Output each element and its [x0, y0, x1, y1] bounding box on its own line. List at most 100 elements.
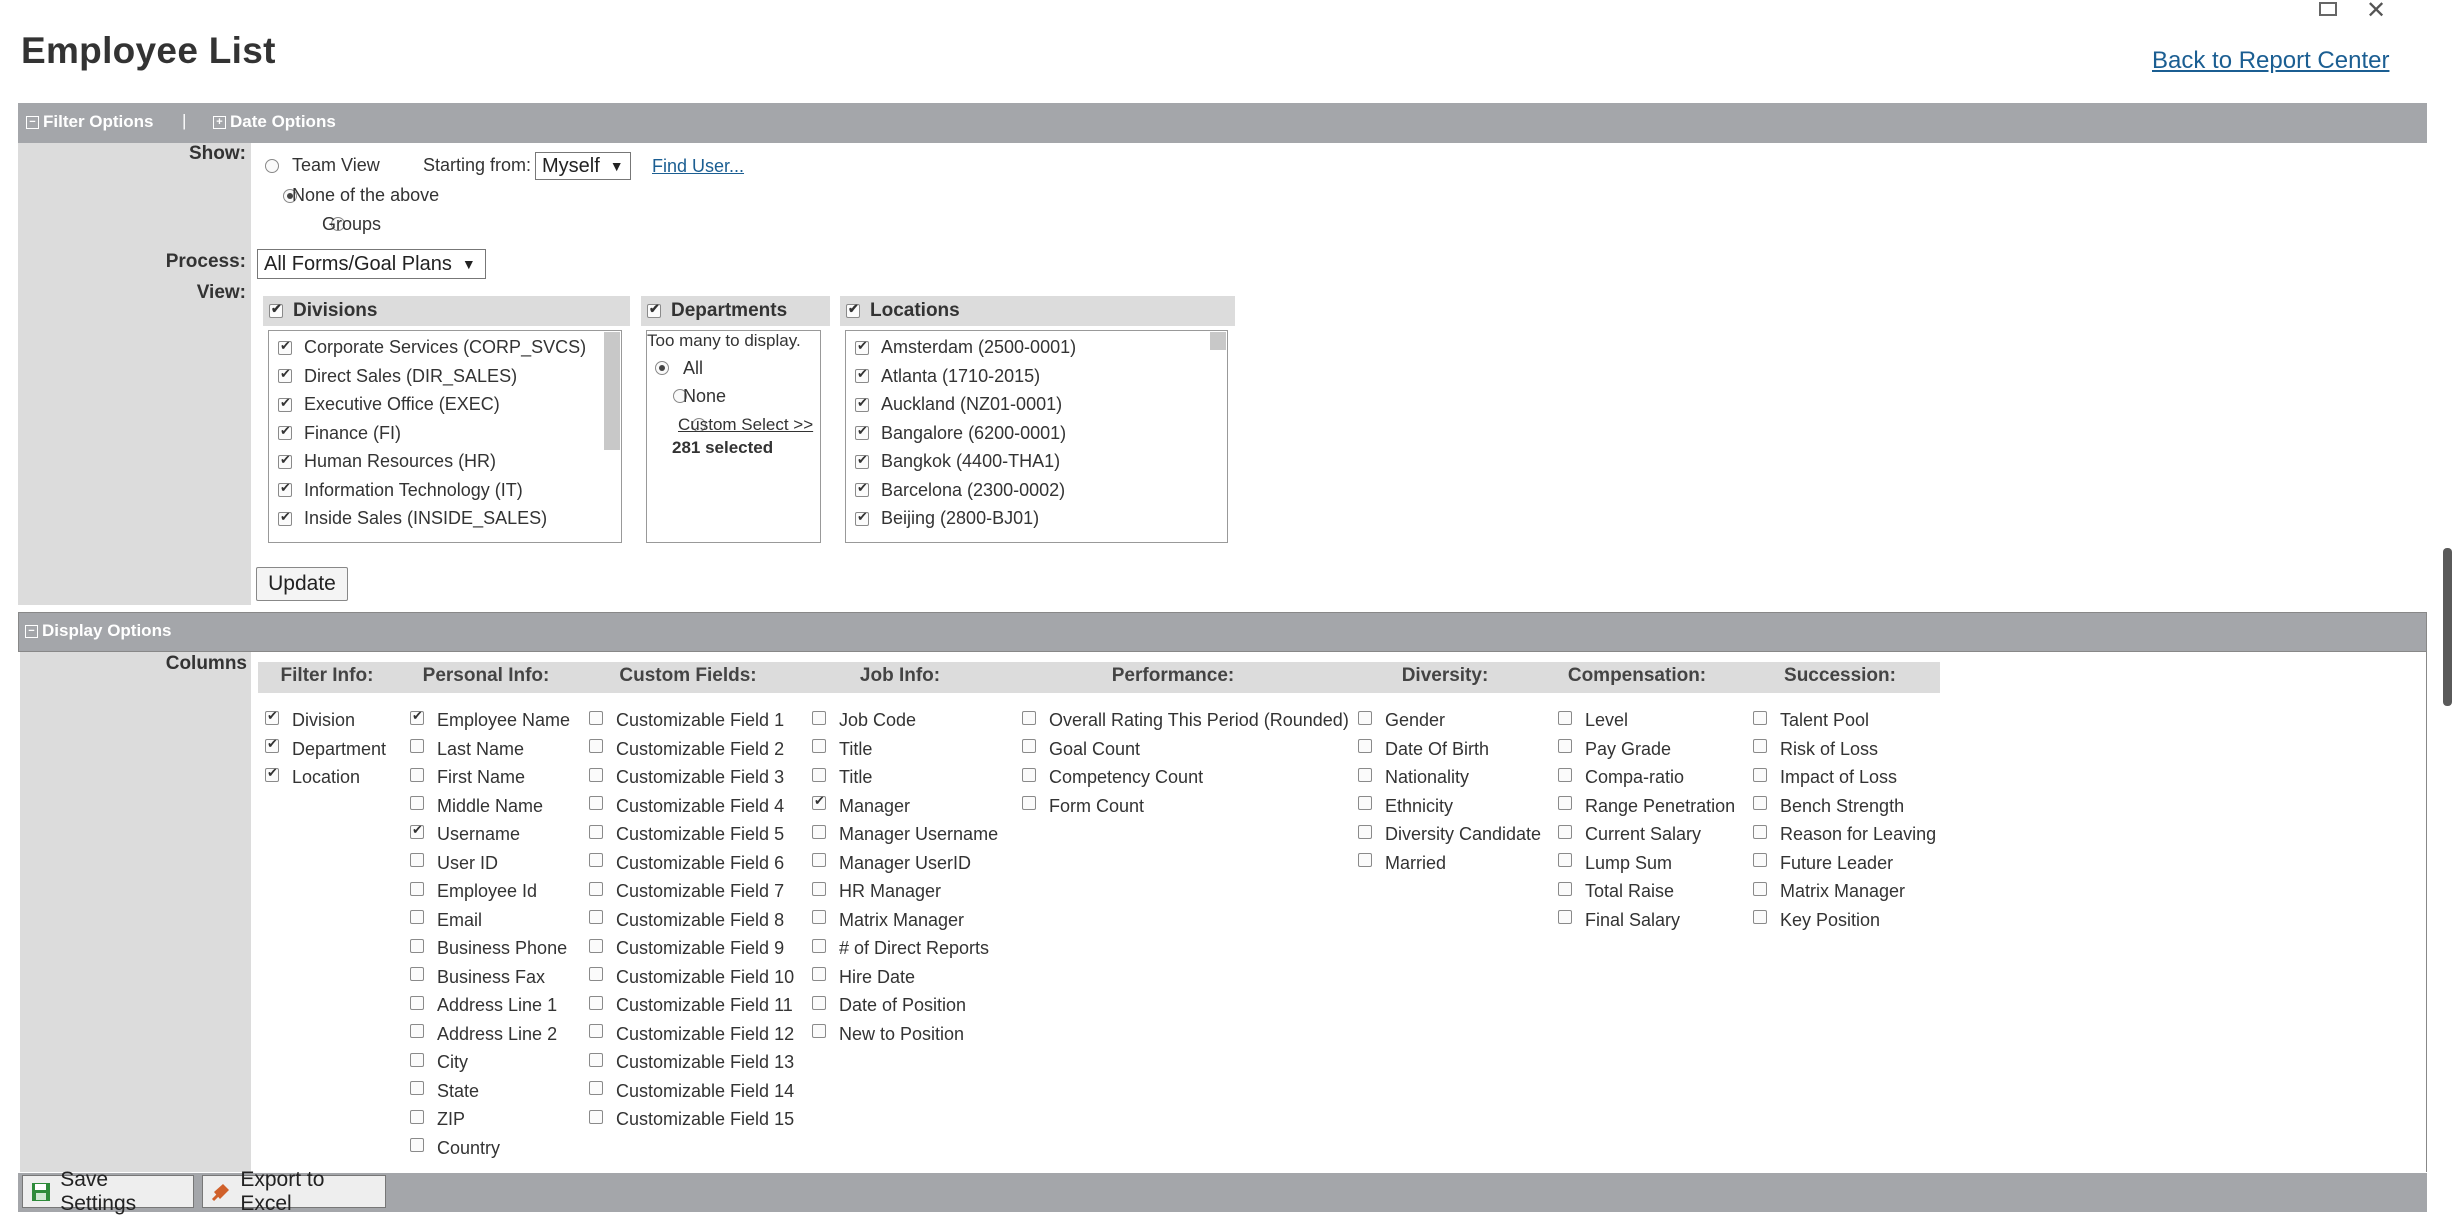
filter-options-toggle[interactable]: − Filter Options: [26, 107, 154, 137]
column-option-checkbox[interactable]: [589, 910, 603, 924]
column-option[interactable]: Customizable Field 5: [589, 818, 784, 845]
division-item[interactable]: Human Resources (HR): [278, 451, 496, 472]
column-option-checkbox[interactable]: [1558, 796, 1572, 810]
column-option[interactable]: Current Salary: [1558, 818, 1701, 845]
column-option[interactable]: Business Fax: [410, 961, 545, 988]
column-option-checkbox[interactable]: [410, 881, 424, 896]
column-option[interactable]: Customizable Field 14: [589, 1075, 794, 1102]
column-option-checkbox[interactable]: [410, 1081, 424, 1095]
column-option-checkbox[interactable]: [1022, 767, 1036, 782]
column-option-checkbox[interactable]: [812, 1024, 826, 1038]
column-option-checkbox[interactable]: [1753, 881, 1767, 896]
column-option-checkbox[interactable]: [410, 995, 424, 1010]
departments-checkbox[interactable]: [647, 301, 661, 318]
column-option-checkbox[interactable]: [589, 739, 603, 753]
column-option-checkbox[interactable]: [410, 1138, 424, 1152]
column-option[interactable]: Customizable Field 11: [589, 989, 793, 1016]
column-option-checkbox[interactable]: [1022, 796, 1036, 810]
column-option[interactable]: Customizable Field 9: [589, 932, 784, 959]
custom-select-link[interactable]: Custom Select >>: [678, 415, 813, 435]
division-item[interactable]: Information Technology (IT): [278, 480, 523, 501]
column-option[interactable]: Hire Date: [812, 961, 915, 988]
column-option[interactable]: Total Raise: [1558, 875, 1674, 902]
column-option[interactable]: Division: [265, 704, 355, 731]
save-settings-button[interactable]: Save Settings: [22, 1168, 194, 1215]
column-option[interactable]: State: [410, 1075, 479, 1102]
column-option-checkbox[interactable]: [1753, 910, 1767, 924]
column-option-checkbox[interactable]: [265, 765, 279, 782]
column-option-checkbox[interactable]: [812, 739, 826, 753]
column-option-checkbox[interactable]: [1753, 710, 1767, 725]
column-option[interactable]: Nationality: [1358, 761, 1469, 788]
divisions-all-checkbox[interactable]: [269, 301, 283, 318]
column-option[interactable]: Date Of Birth: [1358, 733, 1489, 760]
column-option[interactable]: Risk of Loss: [1753, 733, 1878, 760]
process-select[interactable]: All Forms/Goal Plans ▼: [257, 249, 486, 279]
column-option-checkbox[interactable]: [410, 822, 424, 839]
divisions-list[interactable]: Corporate Services (CORP_SVCS) Direct Sal…: [268, 330, 622, 543]
column-option-checkbox[interactable]: [589, 824, 603, 839]
restore-icon[interactable]: [2318, 0, 2340, 26]
column-option-checkbox[interactable]: [812, 853, 826, 867]
column-option[interactable]: Overall Rating This Period (Rounded): [1022, 704, 1349, 731]
column-option[interactable]: Customizable Field 2: [589, 733, 784, 760]
locations-list[interactable]: Amsterdam (2500-0001) Atlanta (1710-2015)…: [845, 330, 1228, 543]
column-option[interactable]: Gender: [1358, 704, 1445, 731]
column-option[interactable]: Employee Id: [410, 875, 537, 902]
column-option-checkbox[interactable]: [410, 708, 424, 725]
column-option[interactable]: ZIP: [410, 1103, 465, 1130]
column-option[interactable]: Manager UserID: [812, 847, 971, 874]
column-option-checkbox[interactable]: [1358, 853, 1372, 867]
column-option-checkbox[interactable]: [1022, 710, 1036, 725]
column-option[interactable]: Level: [1558, 704, 1628, 731]
column-option-checkbox[interactable]: [812, 767, 826, 782]
division-item[interactable]: Corporate Services (CORP_SVCS): [278, 337, 586, 358]
location-item[interactable]: Barcelona (2300-0002): [855, 480, 1065, 501]
division-item[interactable]: Direct Sales (DIR_SALES): [278, 366, 517, 387]
column-option[interactable]: Lump Sum: [1558, 847, 1672, 874]
column-option[interactable]: Title: [812, 761, 872, 788]
location-item[interactable]: Amsterdam (2500-0001): [855, 337, 1076, 358]
column-option[interactable]: Final Salary: [1558, 904, 1680, 931]
location-item-checkbox[interactable]: [855, 338, 869, 355]
division-item-checkbox[interactable]: [278, 423, 292, 440]
column-option[interactable]: Middle Name: [410, 790, 543, 817]
column-option[interactable]: Customizable Field 4: [589, 790, 784, 817]
column-option-checkbox[interactable]: [589, 1109, 603, 1124]
column-option[interactable]: Last Name: [410, 733, 524, 760]
column-option-checkbox[interactable]: [812, 995, 826, 1010]
division-item-checkbox[interactable]: [278, 338, 292, 355]
column-option-checkbox[interactable]: [1558, 739, 1572, 753]
location-item[interactable]: Bangkok (4400-THA1): [855, 451, 1060, 472]
column-option-checkbox[interactable]: [589, 967, 603, 981]
column-option-checkbox[interactable]: [1753, 853, 1767, 867]
location-item-checkbox[interactable]: [855, 423, 869, 440]
column-option-checkbox[interactable]: [589, 1024, 603, 1038]
column-option[interactable]: Customizable Field 10: [589, 961, 794, 988]
division-item[interactable]: Executive Office (EXEC): [278, 394, 500, 415]
division-item-checkbox[interactable]: [278, 452, 292, 469]
column-option[interactable]: Customizable Field 1: [589, 704, 784, 731]
column-option-checkbox[interactable]: [1558, 881, 1572, 896]
column-option[interactable]: Talent Pool: [1753, 704, 1869, 731]
location-item[interactable]: Atlanta (1710-2015): [855, 366, 1040, 387]
column-option[interactable]: Competency Count: [1022, 761, 1203, 788]
date-options-toggle[interactable]: + Date Options: [213, 107, 336, 137]
close-icon[interactable]: ✕: [2366, 0, 2386, 25]
column-option[interactable]: Pay Grade: [1558, 733, 1671, 760]
column-option-checkbox[interactable]: [265, 736, 279, 753]
location-item-checkbox[interactable]: [855, 366, 869, 383]
column-option-checkbox[interactable]: [589, 938, 603, 953]
column-option-checkbox[interactable]: [589, 881, 603, 896]
column-option[interactable]: First Name: [410, 761, 525, 788]
column-option-checkbox[interactable]: [1358, 796, 1372, 810]
column-option-checkbox[interactable]: [1358, 767, 1372, 782]
column-option[interactable]: Future Leader: [1753, 847, 1893, 874]
location-item-checkbox[interactable]: [855, 452, 869, 469]
column-option-checkbox[interactable]: [410, 853, 424, 867]
division-item-checkbox[interactable]: [278, 366, 292, 383]
column-option-checkbox[interactable]: [1558, 910, 1572, 924]
column-option-checkbox[interactable]: [410, 1052, 424, 1067]
column-option[interactable]: Key Position: [1753, 904, 1880, 931]
column-option[interactable]: Diversity Candidate: [1358, 818, 1541, 845]
